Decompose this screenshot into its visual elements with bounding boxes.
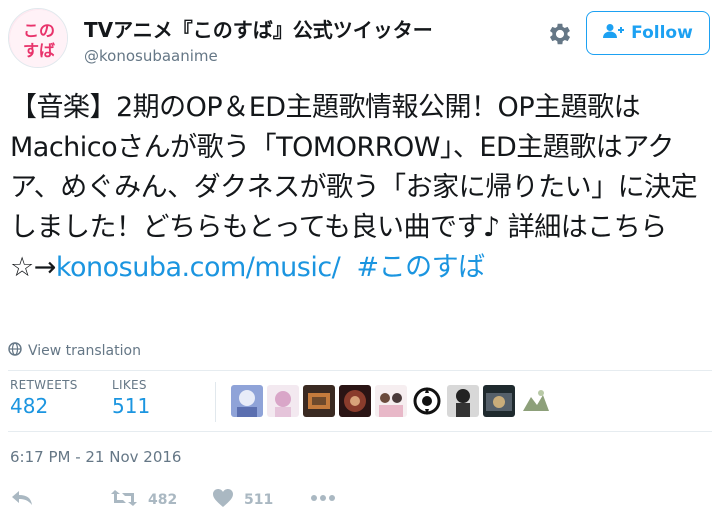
liker-avatar[interactable] — [411, 385, 443, 417]
action-bar: 482 511 — [0, 484, 720, 514]
liker-avatar[interactable] — [303, 385, 335, 417]
like-count: 511 — [244, 492, 274, 508]
more-button[interactable] — [310, 488, 336, 512]
retweets-label: RETWEETS — [10, 378, 78, 392]
liker-avatars — [231, 385, 551, 417]
follow-label: Follow — [631, 23, 693, 43]
likes-stat[interactable]: LIKES 511 — [112, 378, 150, 418]
reply-button[interactable] — [10, 488, 34, 512]
timestamp[interactable]: 6:17 PM - 21 Nov 2016 — [10, 448, 181, 466]
liker-avatar[interactable] — [519, 385, 551, 417]
likes-count: 511 — [112, 394, 151, 418]
retweets-count: 482 — [10, 394, 49, 418]
username[interactable]: @konosubaanime — [84, 47, 218, 65]
retweet-button[interactable]: 482 — [110, 488, 177, 512]
like-button[interactable]: 511 — [212, 488, 273, 512]
heart-icon — [212, 488, 234, 512]
liker-avatar[interactable] — [339, 385, 371, 417]
retweet-count: 482 — [148, 492, 178, 508]
liker-avatar[interactable] — [447, 385, 479, 417]
tweet-text: 【音楽】2期のOP＆ED主題歌情報公開！OP主題歌はMachicoさんが歌う「T… — [10, 88, 710, 288]
liker-avatar[interactable] — [231, 385, 263, 417]
display-name[interactable]: TVアニメ『このすば』公式ツイッター — [84, 14, 433, 43]
follow-button[interactable]: Follow — [586, 11, 710, 55]
reply-icon — [10, 488, 34, 512]
view-translation[interactable]: View translation — [8, 342, 141, 360]
follow-user-icon — [603, 23, 625, 44]
liker-avatar[interactable] — [483, 385, 515, 417]
globe-icon — [8, 342, 22, 360]
tweet-link[interactable]: konosuba.com/music/ — [56, 252, 341, 283]
hashtag-link[interactable]: #このすば — [356, 252, 485, 283]
svg-text:すば: すば — [23, 41, 55, 60]
more-icon — [310, 488, 336, 512]
svg-text:この: この — [23, 21, 55, 40]
divider — [8, 431, 712, 432]
liker-avatar[interactable] — [267, 385, 299, 417]
retweets-stat[interactable]: RETWEETS 482 — [10, 378, 78, 418]
gear-icon[interactable] — [546, 20, 574, 48]
likes-label: LIKES — [112, 378, 147, 392]
retweet-icon — [110, 488, 138, 512]
stats-divider — [215, 382, 216, 422]
liker-avatar[interactable] — [375, 385, 407, 417]
view-translation-label: View translation — [28, 343, 141, 359]
divider — [8, 370, 712, 371]
avatar[interactable]: この すば — [8, 8, 68, 68]
